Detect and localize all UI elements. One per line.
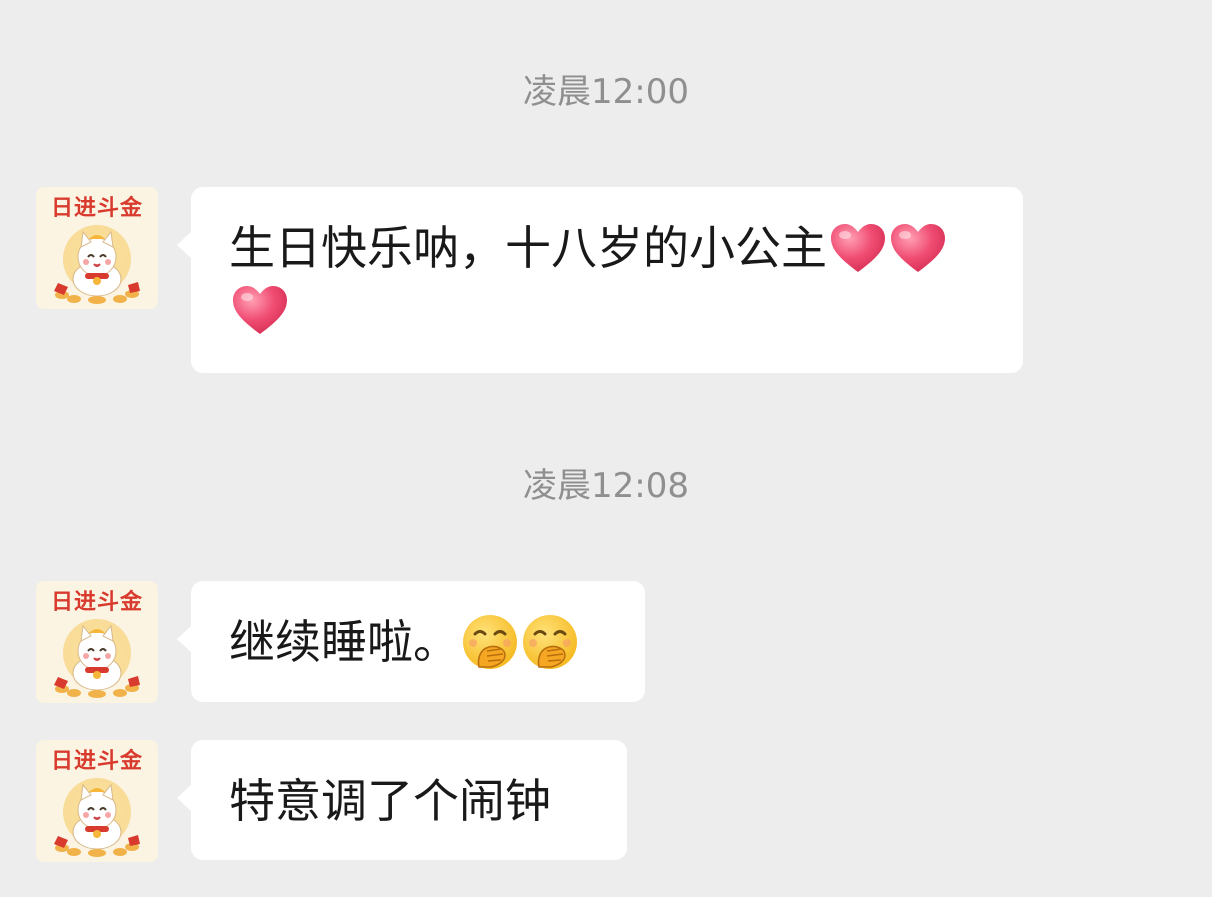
message-timestamp: 凌晨12:00 xyxy=(523,72,689,112)
avatar[interactable]: 日进斗金 xyxy=(36,740,158,862)
avatar-banner-text: 日进斗金 xyxy=(50,589,143,615)
message-bubble[interactable]: 生日快乐呐，十八岁的小公主 xyxy=(177,187,1023,373)
avatar-banner-text: 日进斗金 xyxy=(50,195,143,221)
heart-emoji xyxy=(231,284,289,336)
face-with-hand-over-mouth-emoji xyxy=(521,613,579,671)
message-timestamp: 凌晨12:08 xyxy=(523,466,689,506)
message-bubble[interactable]: 继续睡啦。 xyxy=(177,581,645,702)
message-text: 继续睡啦。 xyxy=(229,615,459,669)
message-bubble[interactable]: 特意调了个闹钟 xyxy=(177,740,627,860)
message-text: 特意调了个闹钟 xyxy=(229,774,551,828)
face-with-hand-over-mouth-emoji xyxy=(461,613,519,671)
avatar[interactable]: 日进斗金 xyxy=(36,187,158,309)
heart-emoji xyxy=(889,222,947,274)
avatar-banner-text: 日进斗金 xyxy=(50,748,143,774)
heart-emoji xyxy=(829,222,887,274)
avatar[interactable]: 日进斗金 xyxy=(36,581,158,703)
message-text: 生日快乐呐，十八岁的小公主 xyxy=(229,221,827,275)
